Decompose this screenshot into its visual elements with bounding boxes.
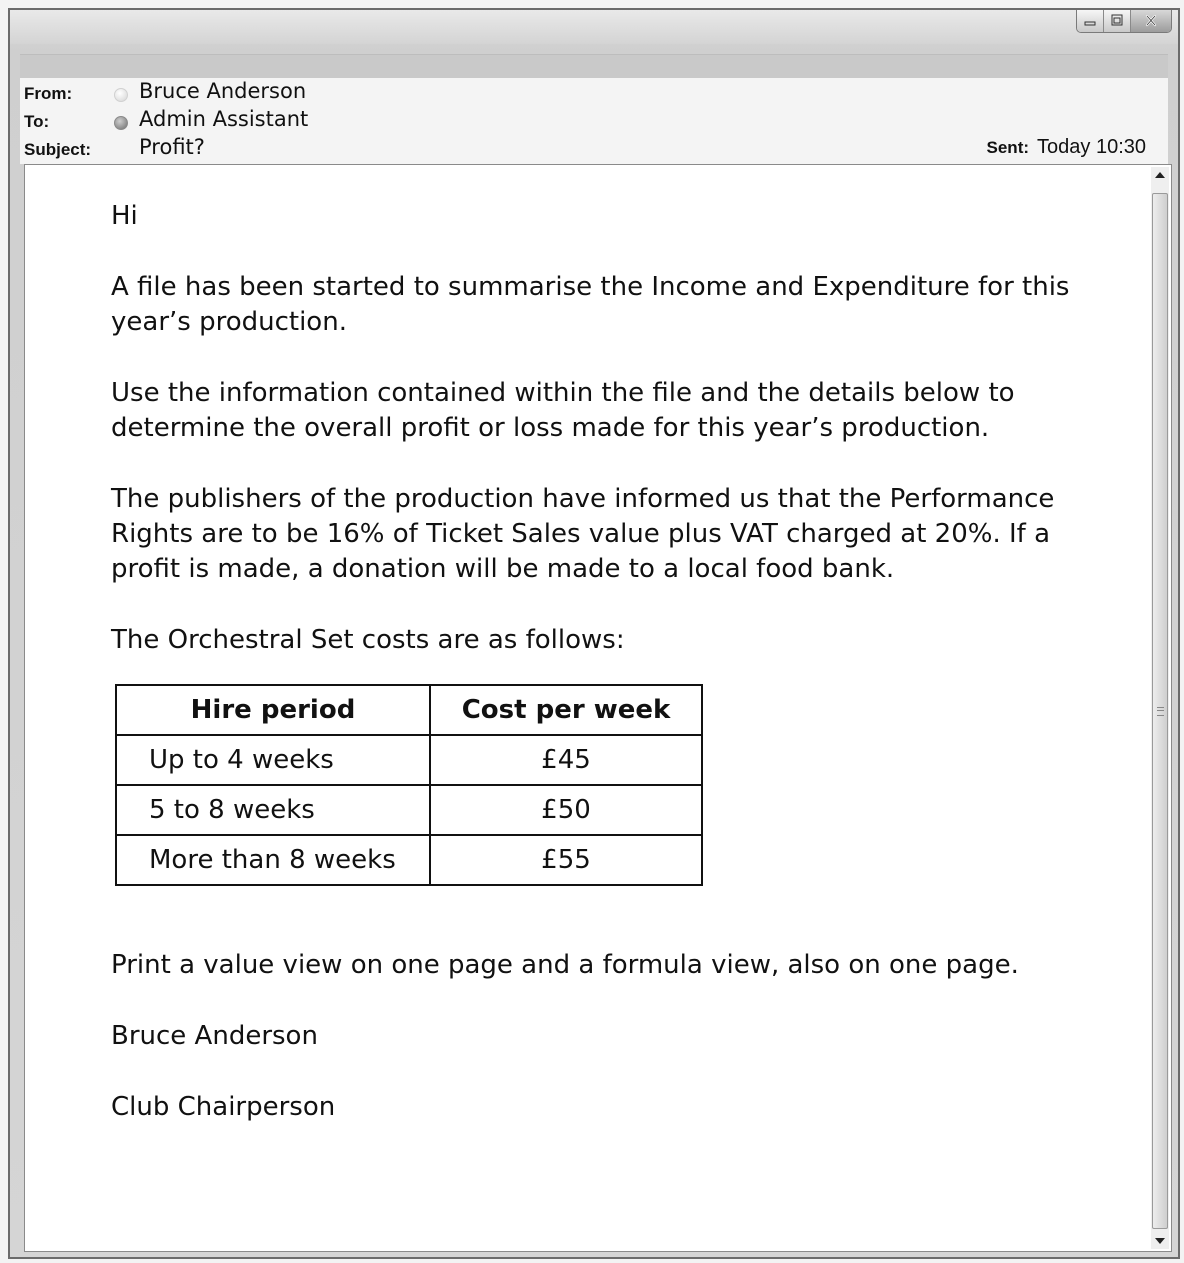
from-row: From: Bruce Anderson — [20, 78, 1168, 106]
window-controls — [1076, 10, 1172, 33]
message-body: Hi A file has been started to summarise … — [111, 199, 1121, 1161]
table-cell-hire-period: Up to 4 weeks — [115, 734, 431, 786]
email-window: From: Bruce Anderson To: Admin Assistant… — [8, 8, 1180, 1259]
scroll-up-button[interactable] — [1151, 167, 1169, 185]
table-cell-cost: £45 — [429, 734, 703, 786]
title-bar[interactable] — [10, 10, 1178, 44]
table-cell-cost: £55 — [429, 834, 703, 886]
body-paragraph-4: The Orchestral Set costs are as follows: — [111, 625, 625, 655]
body-paragraph-1: A file has been started to summarise the… — [111, 272, 1070, 337]
body-paragraph-3: The publishers of the production have in… — [111, 484, 1055, 584]
sent-value: Today 10:30 — [1037, 136, 1146, 158]
subject-label: Subject: — [24, 140, 92, 159]
to-label: To: — [24, 112, 50, 131]
table-cell-hire-period: More than 8 weeks — [115, 834, 431, 886]
presence-icon — [114, 116, 128, 130]
subject-value: Profit? — [139, 135, 205, 159]
scroll-thumb[interactable] — [1152, 193, 1168, 1229]
table-row: 5 to 8 weeks £50 — [115, 784, 703, 836]
table-cell-hire-period: 5 to 8 weeks — [115, 784, 431, 836]
orchestral-set-costs-table: Hire period Cost per week Up to 4 weeks … — [115, 684, 703, 886]
message-body-pane[interactable]: Hi A file has been started to summarise … — [24, 164, 1172, 1252]
from-value[interactable]: Bruce Anderson — [139, 79, 306, 103]
table-header-cost-per-week: Cost per week — [429, 684, 703, 736]
sent-label: Sent: — [986, 138, 1030, 157]
from-label: From: — [24, 84, 73, 103]
scroll-down-button[interactable] — [1151, 1231, 1169, 1249]
close-icon — [1145, 14, 1157, 27]
table-header-hire-period: Hire period — [115, 684, 431, 736]
presence-offline-icon — [114, 88, 128, 102]
to-value[interactable]: Admin Assistant — [139, 107, 308, 131]
sent-info: Sent: Today 10:30 — [987, 136, 1146, 159]
to-row: To: Admin Assistant — [20, 106, 1168, 134]
table-header-row: Hire period Cost per week — [115, 684, 703, 736]
scroll-down-arrow-icon — [1155, 1238, 1165, 1244]
maximize-icon — [1111, 14, 1123, 26]
signature-name: Bruce Anderson — [111, 1021, 318, 1051]
body-paragraph-2: Use the information contained within the… — [111, 378, 1015, 443]
table-cell-cost: £50 — [429, 784, 703, 836]
vertical-scrollbar[interactable] — [1151, 167, 1169, 1249]
close-button[interactable] — [1131, 10, 1171, 32]
message-header: From: Bruce Anderson To: Admin Assistant… — [20, 78, 1168, 164]
signature-title: Club Chairperson — [111, 1092, 336, 1122]
table-row: More than 8 weeks £55 — [115, 834, 703, 886]
toolbar-strip — [20, 54, 1168, 79]
table-row: Up to 4 weeks £45 — [115, 734, 703, 786]
scroll-up-arrow-icon — [1155, 172, 1165, 178]
minimize-icon — [1084, 21, 1096, 26]
minimize-button[interactable] — [1077, 10, 1104, 32]
grip-icon — [1157, 707, 1164, 716]
maximize-button[interactable] — [1104, 10, 1131, 32]
greeting: Hi — [111, 201, 138, 231]
body-paragraph-5: Print a value view on one page and a for… — [111, 950, 1019, 980]
